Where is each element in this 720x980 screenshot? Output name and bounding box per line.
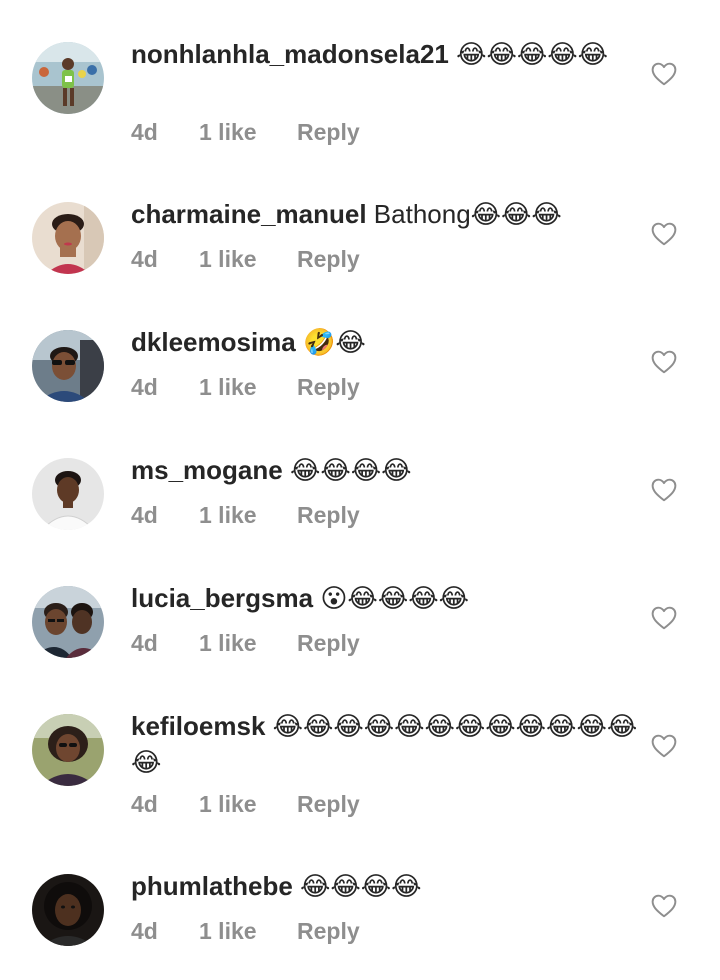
comment-likes[interactable]: 1 like xyxy=(199,502,297,529)
comment-text: 😂😂😂😂 xyxy=(300,871,422,901)
comment-text: 🤣😂 xyxy=(302,327,366,357)
reply-button[interactable]: Reply xyxy=(297,791,360,818)
comment-body: ms_mogane 😂😂😂😂 xyxy=(131,452,641,488)
marathon-runner-photo-icon xyxy=(32,42,104,114)
woman-outdoor-photo-icon xyxy=(32,714,104,786)
avatar[interactable] xyxy=(32,330,104,402)
avatar[interactable] xyxy=(32,202,104,274)
avatar[interactable] xyxy=(32,458,104,530)
comment-body: phumlathebe 😂😂😂😂 xyxy=(131,868,641,904)
comment-meta: 4d 1 like Reply xyxy=(131,918,360,945)
comment-text: 😮😂😂😂😂 xyxy=(320,583,469,613)
comment-body: nonhlanhla_madonsela21 😂😂😂😂😂 xyxy=(131,36,641,72)
comment-meta: 4d 1 like Reply xyxy=(131,119,360,146)
comment-time: 4d xyxy=(131,374,158,400)
like-heart-icon[interactable] xyxy=(651,478,677,502)
comment-username[interactable]: phumlathebe xyxy=(131,871,293,901)
like-heart-icon[interactable] xyxy=(651,734,677,758)
comment-likes[interactable]: 1 like xyxy=(199,630,297,657)
comment-body: dkleemosima 🤣😂 xyxy=(131,324,641,360)
reply-button[interactable]: Reply xyxy=(297,918,360,945)
comment-time: 4d xyxy=(131,246,158,272)
comment-text: Bathong😂😂😂 xyxy=(373,199,562,229)
avatar[interactable] xyxy=(32,586,104,658)
avatar[interactable] xyxy=(32,42,104,114)
comment-username[interactable]: kefiloemsk xyxy=(131,711,265,741)
like-heart-icon[interactable] xyxy=(651,894,677,918)
comment-time: 4d xyxy=(131,791,158,817)
reply-button[interactable]: Reply xyxy=(297,374,360,401)
comment-username[interactable]: ms_mogane xyxy=(131,455,283,485)
comment-username[interactable]: nonhlanhla_madonsela21 xyxy=(131,39,449,69)
comment-meta: 4d 1 like Reply xyxy=(131,246,360,273)
woman-sunglasses-car-photo-icon xyxy=(32,330,104,402)
reply-button[interactable]: Reply xyxy=(297,119,360,146)
avatar[interactable] xyxy=(32,714,104,786)
comment-username[interactable]: dkleemosima xyxy=(131,327,296,357)
like-heart-icon[interactable] xyxy=(651,350,677,374)
comment-time: 4d xyxy=(131,119,158,145)
comment-likes[interactable]: 1 like xyxy=(199,791,297,818)
two-women-selfie-photo-icon xyxy=(32,586,104,658)
like-heart-icon[interactable] xyxy=(651,606,677,630)
avatar[interactable] xyxy=(32,874,104,946)
woman-white-top-photo-icon xyxy=(32,458,104,530)
comment-meta: 4d 1 like Reply xyxy=(131,630,360,657)
comment-text: 😂😂😂😂 xyxy=(289,455,412,485)
comment-text: 😂😂😂😂😂 xyxy=(456,39,609,69)
reply-button[interactable]: Reply xyxy=(297,630,360,657)
comment-meta: 4d 1 like Reply xyxy=(131,374,360,401)
comment-username[interactable]: lucia_bergsma xyxy=(131,583,313,613)
comment-time: 4d xyxy=(131,502,158,528)
woman-portrait-photo-icon xyxy=(32,202,104,274)
comment-likes[interactable]: 1 like xyxy=(199,374,297,401)
comment-meta: 4d 1 like Reply xyxy=(131,502,360,529)
comment-body: kefiloemsk 😂😂😂😂😂😂😂😂😂😂😂😂😂 xyxy=(131,708,641,780)
comment-likes[interactable]: 1 like xyxy=(199,246,297,273)
woman-curly-hair-photo-icon xyxy=(32,874,104,946)
comment-body: lucia_bergsma 😮😂😂😂😂 xyxy=(131,580,641,616)
comment-username[interactable]: charmaine_manuel xyxy=(131,199,367,229)
comment-time: 4d xyxy=(131,630,158,656)
comment-likes[interactable]: 1 like xyxy=(199,918,297,945)
comment-body: charmaine_manuel Bathong😂😂😂 xyxy=(131,196,641,232)
comment-time: 4d xyxy=(131,918,158,944)
comment-meta: 4d 1 like Reply xyxy=(131,791,360,818)
like-heart-icon[interactable] xyxy=(651,62,677,86)
reply-button[interactable]: Reply xyxy=(297,502,360,529)
comment-likes[interactable]: 1 like xyxy=(199,119,297,146)
reply-button[interactable]: Reply xyxy=(297,246,360,273)
like-heart-icon[interactable] xyxy=(651,222,677,246)
